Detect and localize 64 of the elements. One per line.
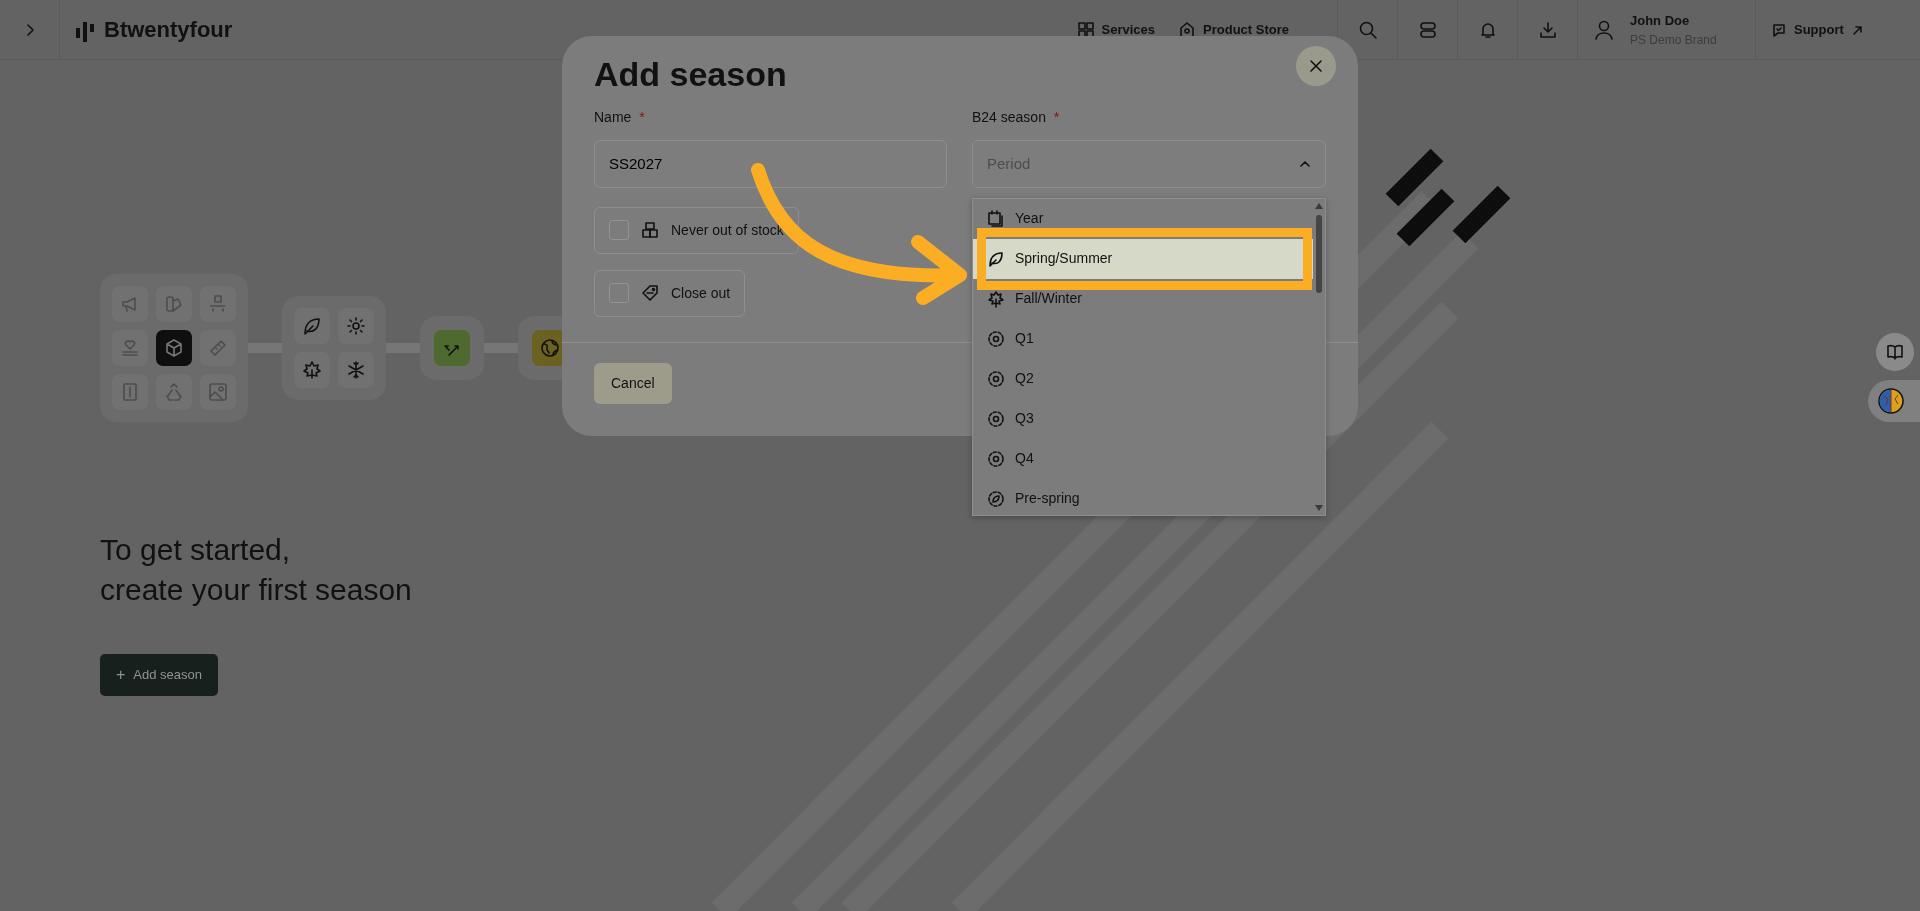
image-icon xyxy=(208,382,228,402)
leaf-icon xyxy=(302,316,322,336)
sun-icon xyxy=(346,316,366,336)
book-icon xyxy=(1886,343,1904,361)
stack-icon[interactable] xyxy=(1417,20,1438,40)
caret-icon xyxy=(1299,159,1311,168)
grid-icon xyxy=(1077,21,1094,38)
ruler-icon xyxy=(208,338,228,358)
dropdown-option[interactable]: Q3 xyxy=(973,398,1313,439)
tag-icon xyxy=(641,284,659,303)
checkbox-label: Close out xyxy=(671,283,731,303)
leaf-circle-icon xyxy=(987,489,1005,508)
heart-icon xyxy=(120,338,140,358)
add-season-button[interactable]: + Add season xyxy=(100,654,218,696)
leaf-icon xyxy=(987,249,1005,268)
globe-icon xyxy=(540,338,560,358)
checkbox-card[interactable]: Never out of stock xyxy=(594,206,799,254)
document-icon xyxy=(120,382,140,402)
swatch-icon xyxy=(164,294,184,314)
dropdown-option[interactable]: Q4 xyxy=(973,438,1313,479)
logo-text[interactable]: Btwentyfour xyxy=(104,13,233,46)
dashed-circle-icon xyxy=(987,409,1005,428)
download-icon[interactable] xyxy=(1537,20,1558,40)
checkbox-card[interactable]: Close out xyxy=(594,269,746,317)
globe-icon xyxy=(1878,388,1904,414)
dropdown-option[interactable]: Q1 xyxy=(973,318,1313,359)
maple-leaf-icon xyxy=(987,289,1005,308)
conveyor-icon xyxy=(208,294,228,314)
recycle-icon xyxy=(164,382,184,402)
dropdown-option[interactable]: Q2 xyxy=(973,358,1313,399)
cancel-button[interactable]: Cancel xyxy=(594,363,672,404)
dashed-circle-icon xyxy=(987,369,1005,388)
dropdown-option[interactable]: Spring/Summer xyxy=(973,238,1313,279)
guide-button[interactable] xyxy=(1876,333,1914,371)
close-button[interactable] xyxy=(1296,46,1336,86)
user-name[interactable]: John Doe xyxy=(1630,11,1717,31)
scroll-down-icon[interactable] xyxy=(1315,504,1323,511)
close-icon xyxy=(1309,59,1323,73)
dropdown-option[interactable]: Fall/Winter xyxy=(973,278,1313,319)
dashed-circle-icon xyxy=(987,449,1005,468)
calendar-icon xyxy=(987,209,1005,228)
field-label: Name * xyxy=(594,107,646,127)
dialog-title: Add season xyxy=(594,54,787,95)
scroll-up-icon[interactable] xyxy=(1315,202,1323,209)
scrollbar-thumb[interactable] xyxy=(1316,214,1322,293)
field-label: B24 season * xyxy=(972,107,1061,127)
chat-icon xyxy=(1772,23,1786,37)
dashed-circle-icon xyxy=(987,329,1005,348)
snowflake-icon xyxy=(346,360,366,380)
cube-icon xyxy=(164,338,184,358)
heading-line: create your first season xyxy=(100,572,413,608)
maple-leaf-icon xyxy=(302,360,322,380)
dropdown-option[interactable]: Year xyxy=(973,198,1313,239)
search-icon[interactable] xyxy=(1357,20,1378,40)
user-icon[interactable] xyxy=(1594,19,1614,41)
boxes-icon xyxy=(641,221,659,240)
dropdown-option[interactable]: Pre-spring xyxy=(973,478,1313,515)
nav-link[interactable]: Services xyxy=(1077,19,1156,40)
checkbox-label: Never out of stock xyxy=(671,220,784,240)
name-field[interactable]: SS2027 xyxy=(594,139,947,188)
language-tab[interactable] xyxy=(1868,380,1920,422)
support-link[interactable]: Support xyxy=(1772,20,1863,40)
heading-line: To get started, xyxy=(100,532,292,568)
external-link-icon xyxy=(1851,24,1863,36)
